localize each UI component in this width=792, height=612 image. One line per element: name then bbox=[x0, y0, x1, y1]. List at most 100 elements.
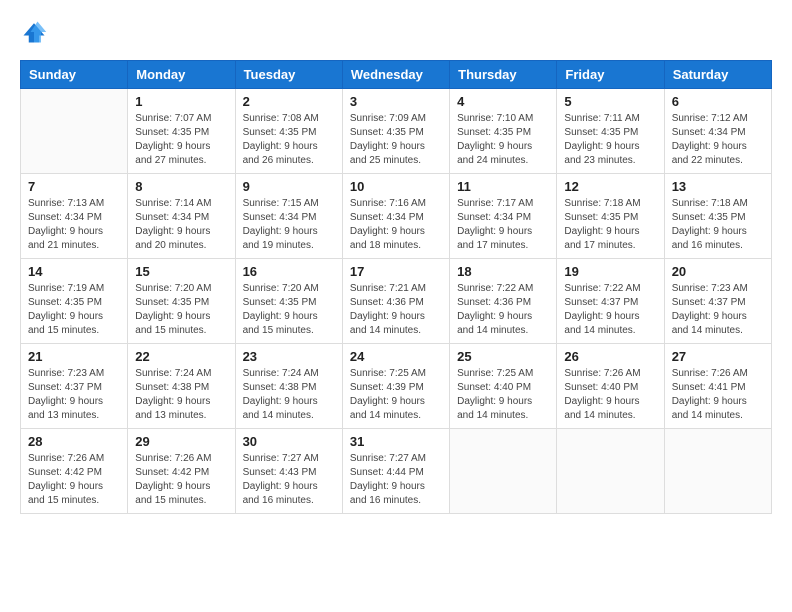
day-info: Sunrise: 7:12 AMSunset: 4:34 PMDaylight:… bbox=[672, 112, 764, 168]
day-number: 31 bbox=[350, 434, 442, 449]
day-number: 13 bbox=[672, 179, 764, 194]
day-number: 4 bbox=[457, 94, 549, 109]
day-info: Sunrise: 7:25 AMSunset: 4:40 PMDaylight:… bbox=[457, 367, 549, 423]
day-number: 29 bbox=[135, 434, 227, 449]
calendar-week-4: 21 Sunrise: 7:23 AMSunset: 4:37 PMDayligh… bbox=[21, 344, 772, 429]
day-number: 23 bbox=[243, 349, 335, 364]
day-info: Sunrise: 7:13 AMSunset: 4:34 PMDaylight:… bbox=[28, 197, 120, 253]
day-info: Sunrise: 7:15 AMSunset: 4:34 PMDaylight:… bbox=[243, 197, 335, 253]
day-number: 17 bbox=[350, 264, 442, 279]
calendar-cell: 21 Sunrise: 7:23 AMSunset: 4:37 PMDayligh… bbox=[21, 344, 128, 429]
day-number: 6 bbox=[672, 94, 764, 109]
day-info: Sunrise: 7:22 AMSunset: 4:37 PMDaylight:… bbox=[564, 282, 656, 338]
calendar-cell bbox=[450, 429, 557, 514]
day-info: Sunrise: 7:21 AMSunset: 4:36 PMDaylight:… bbox=[350, 282, 442, 338]
day-number: 19 bbox=[564, 264, 656, 279]
calendar-cell: 1 Sunrise: 7:07 AMSunset: 4:35 PMDaylight… bbox=[128, 89, 235, 174]
day-number: 27 bbox=[672, 349, 764, 364]
day-number: 3 bbox=[350, 94, 442, 109]
day-info: Sunrise: 7:19 AMSunset: 4:35 PMDaylight:… bbox=[28, 282, 120, 338]
calendar-cell: 17 Sunrise: 7:21 AMSunset: 4:36 PMDayligh… bbox=[342, 259, 449, 344]
day-info: Sunrise: 7:22 AMSunset: 4:36 PMDaylight:… bbox=[457, 282, 549, 338]
day-info: Sunrise: 7:10 AMSunset: 4:35 PMDaylight:… bbox=[457, 112, 549, 168]
day-number: 10 bbox=[350, 179, 442, 194]
col-tuesday: Tuesday bbox=[235, 61, 342, 89]
day-info: Sunrise: 7:08 AMSunset: 4:35 PMDaylight:… bbox=[243, 112, 335, 168]
calendar-cell: 25 Sunrise: 7:25 AMSunset: 4:40 PMDayligh… bbox=[450, 344, 557, 429]
day-number: 9 bbox=[243, 179, 335, 194]
calendar-cell: 5 Sunrise: 7:11 AMSunset: 4:35 PMDaylight… bbox=[557, 89, 664, 174]
calendar-cell: 15 Sunrise: 7:20 AMSunset: 4:35 PMDayligh… bbox=[128, 259, 235, 344]
day-number: 11 bbox=[457, 179, 549, 194]
col-wednesday: Wednesday bbox=[342, 61, 449, 89]
day-info: Sunrise: 7:07 AMSunset: 4:35 PMDaylight:… bbox=[135, 112, 227, 168]
header-row: Sunday Monday Tuesday Wednesday Thursday… bbox=[21, 61, 772, 89]
logo bbox=[20, 18, 52, 46]
col-thursday: Thursday bbox=[450, 61, 557, 89]
calendar-cell: 2 Sunrise: 7:08 AMSunset: 4:35 PMDaylight… bbox=[235, 89, 342, 174]
day-info: Sunrise: 7:27 AMSunset: 4:43 PMDaylight:… bbox=[243, 452, 335, 508]
calendar-cell: 13 Sunrise: 7:18 AMSunset: 4:35 PMDayligh… bbox=[664, 174, 771, 259]
calendar-cell bbox=[557, 429, 664, 514]
calendar-week-1: 1 Sunrise: 7:07 AMSunset: 4:35 PMDaylight… bbox=[21, 89, 772, 174]
day-number: 7 bbox=[28, 179, 120, 194]
col-monday: Monday bbox=[128, 61, 235, 89]
calendar-cell: 20 Sunrise: 7:23 AMSunset: 4:37 PMDayligh… bbox=[664, 259, 771, 344]
day-number: 26 bbox=[564, 349, 656, 364]
calendar-cell bbox=[664, 429, 771, 514]
day-info: Sunrise: 7:17 AMSunset: 4:34 PMDaylight:… bbox=[457, 197, 549, 253]
day-info: Sunrise: 7:18 AMSunset: 4:35 PMDaylight:… bbox=[564, 197, 656, 253]
day-info: Sunrise: 7:25 AMSunset: 4:39 PMDaylight:… bbox=[350, 367, 442, 423]
day-number: 18 bbox=[457, 264, 549, 279]
day-info: Sunrise: 7:18 AMSunset: 4:35 PMDaylight:… bbox=[672, 197, 764, 253]
col-saturday: Saturday bbox=[664, 61, 771, 89]
calendar-week-5: 28 Sunrise: 7:26 AMSunset: 4:42 PMDayligh… bbox=[21, 429, 772, 514]
day-number: 5 bbox=[564, 94, 656, 109]
day-number: 25 bbox=[457, 349, 549, 364]
calendar-cell: 3 Sunrise: 7:09 AMSunset: 4:35 PMDaylight… bbox=[342, 89, 449, 174]
col-friday: Friday bbox=[557, 61, 664, 89]
day-number: 15 bbox=[135, 264, 227, 279]
calendar-cell: 24 Sunrise: 7:25 AMSunset: 4:39 PMDayligh… bbox=[342, 344, 449, 429]
calendar-cell: 31Sunrise: 7:27 AMSunset: 4:44 PMDayligh… bbox=[342, 429, 449, 514]
day-number: 16 bbox=[243, 264, 335, 279]
day-info: Sunrise: 7:20 AMSunset: 4:35 PMDaylight:… bbox=[135, 282, 227, 338]
day-info: Sunrise: 7:26 AMSunset: 4:42 PMDaylight:… bbox=[135, 452, 227, 508]
day-info: Sunrise: 7:24 AMSunset: 4:38 PMDaylight:… bbox=[243, 367, 335, 423]
day-info: Sunrise: 7:23 AMSunset: 4:37 PMDaylight:… bbox=[28, 367, 120, 423]
calendar-cell: 12Sunrise: 7:18 AMSunset: 4:35 PMDayligh… bbox=[557, 174, 664, 259]
calendar-cell: 16Sunrise: 7:20 AMSunset: 4:35 PMDayligh… bbox=[235, 259, 342, 344]
calendar-cell bbox=[21, 89, 128, 174]
calendar-table: Sunday Monday Tuesday Wednesday Thursday… bbox=[20, 60, 772, 514]
day-info: Sunrise: 7:24 AMSunset: 4:38 PMDaylight:… bbox=[135, 367, 227, 423]
day-number: 1 bbox=[135, 94, 227, 109]
page: Sunday Monday Tuesday Wednesday Thursday… bbox=[0, 0, 792, 612]
day-number: 20 bbox=[672, 264, 764, 279]
header bbox=[20, 18, 772, 46]
calendar-cell: 19 Sunrise: 7:22 AMSunset: 4:37 PMDayligh… bbox=[557, 259, 664, 344]
calendar-cell: 28 Sunrise: 7:26 AMSunset: 4:42 PMDayligh… bbox=[21, 429, 128, 514]
calendar-cell: 22Sunrise: 7:24 AMSunset: 4:38 PMDayligh… bbox=[128, 344, 235, 429]
calendar-cell: 27Sunrise: 7:26 AMSunset: 4:41 PMDayligh… bbox=[664, 344, 771, 429]
day-number: 24 bbox=[350, 349, 442, 364]
calendar-week-2: 7 Sunrise: 7:13 AMSunset: 4:34 PMDaylight… bbox=[21, 174, 772, 259]
calendar-cell: 10 Sunrise: 7:16 AMSunset: 4:34 PMDayligh… bbox=[342, 174, 449, 259]
calendar-cell: 30 Sunrise: 7:27 AMSunset: 4:43 PMDayligh… bbox=[235, 429, 342, 514]
day-number: 21 bbox=[28, 349, 120, 364]
day-number: 2 bbox=[243, 94, 335, 109]
calendar-cell: 4 Sunrise: 7:10 AMSunset: 4:35 PMDaylight… bbox=[450, 89, 557, 174]
day-info: Sunrise: 7:16 AMSunset: 4:34 PMDaylight:… bbox=[350, 197, 442, 253]
day-number: 30 bbox=[243, 434, 335, 449]
day-number: 28 bbox=[28, 434, 120, 449]
day-number: 14 bbox=[28, 264, 120, 279]
logo-icon bbox=[20, 18, 48, 46]
day-info: Sunrise: 7:09 AMSunset: 4:35 PMDaylight:… bbox=[350, 112, 442, 168]
day-info: Sunrise: 7:23 AMSunset: 4:37 PMDaylight:… bbox=[672, 282, 764, 338]
calendar-cell: 6 Sunrise: 7:12 AMSunset: 4:34 PMDaylight… bbox=[664, 89, 771, 174]
calendar-week-3: 14 Sunrise: 7:19 AMSunset: 4:35 PMDayligh… bbox=[21, 259, 772, 344]
day-info: Sunrise: 7:14 AMSunset: 4:34 PMDaylight:… bbox=[135, 197, 227, 253]
day-info: Sunrise: 7:26 AMSunset: 4:42 PMDaylight:… bbox=[28, 452, 120, 508]
calendar-cell: 14 Sunrise: 7:19 AMSunset: 4:35 PMDayligh… bbox=[21, 259, 128, 344]
day-info: Sunrise: 7:11 AMSunset: 4:35 PMDaylight:… bbox=[564, 112, 656, 168]
calendar-cell: 18 Sunrise: 7:22 AMSunset: 4:36 PMDayligh… bbox=[450, 259, 557, 344]
